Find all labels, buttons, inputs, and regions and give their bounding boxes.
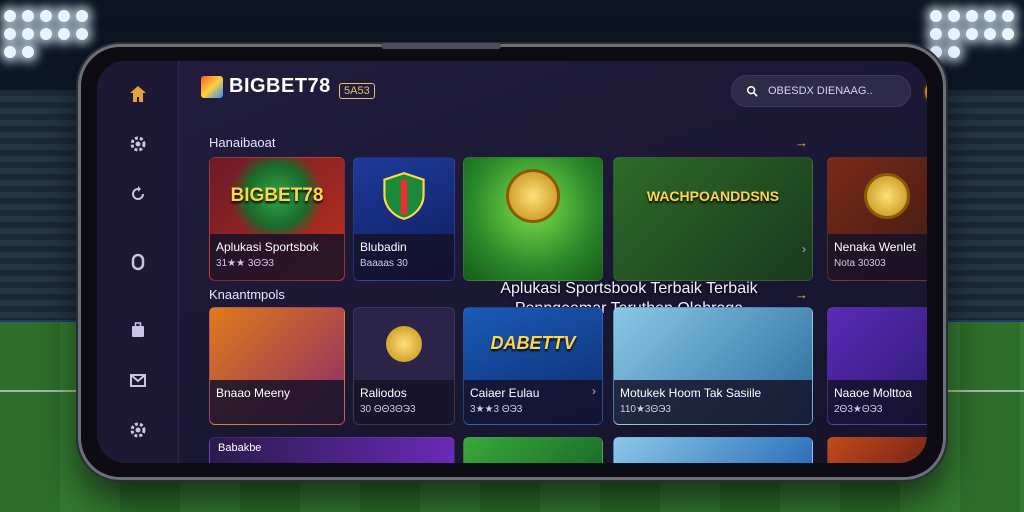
card-info: Raliodos 30 ΘΘ3ΘЭ3 (354, 379, 454, 424)
card-art-text: WACHPOANDDSNS (646, 187, 780, 204)
card-art (828, 308, 927, 380)
card-info: Bnaao Meeny (210, 379, 344, 424)
game-card[interactable]: Naaoe Molttoa 2Θ3★ΘЭ3 (827, 307, 927, 425)
gear-icon (130, 136, 145, 152)
chevron-right-icon[interactable]: › (802, 242, 806, 256)
card-art (354, 158, 454, 234)
phone-frame: BIGBET78 5A53 Hanaibaoat → BIGBET78 Aplu… (78, 43, 946, 480)
gold-coin-icon (386, 325, 422, 362)
game-card[interactable]: WACHPOANDDSNS › (613, 157, 813, 281)
avatar[interactable] (923, 77, 927, 107)
header: BIGBET78 5A53 (179, 61, 927, 123)
floodlights-left (4, 10, 94, 58)
card-title: Nenaka Wenlet (834, 239, 916, 254)
card-art (614, 308, 812, 380)
card-subtitle: 3★★3 ΘЭ3 (470, 403, 523, 415)
card-info: Blubadin Baaaas 30 (354, 233, 454, 280)
app-title: BIGBET78 (229, 75, 331, 97)
sidebar-item-home[interactable] (118, 77, 158, 111)
home-icon (129, 86, 146, 102)
game-card[interactable]: Raliodos 30 ΘΘ3ΘЭ3 (353, 307, 455, 425)
game-card[interactable] (463, 157, 603, 281)
phone-button (381, 43, 501, 49)
game-card[interactable]: Babakbe (209, 437, 455, 463)
refresh-icon (131, 186, 144, 200)
shield-crest-icon (383, 171, 425, 220)
card-art: DABETTV (464, 308, 602, 380)
card-subtitle: Nota 30303 (834, 257, 886, 269)
logo-mark (201, 75, 223, 98)
card-title: Aplukasi Sportsbok (216, 239, 319, 254)
card-title: Raliodos (360, 385, 407, 400)
game-card[interactable] (613, 437, 813, 463)
brand-logo[interactable]: BIGBET78 (201, 75, 331, 98)
card-art (828, 158, 927, 234)
game-card[interactable]: Nenaka Wenlet Nota 30303 (827, 157, 927, 281)
section-title-featured: Hanaibaoat (209, 135, 276, 150)
header-badge: 5A53 (339, 83, 375, 99)
card-title: Motukek Hoom Tak Sasiile (620, 385, 762, 400)
card-title: Naaoe Molttoa (834, 385, 913, 400)
game-card[interactable]: Bnaao Meeny (209, 307, 345, 425)
gold-coin-icon (506, 168, 560, 223)
card-art-text: BIGBET78 (230, 184, 324, 206)
game-card[interactable]: Motukek Hoom Tak Sasiile 110★3ΘЭ3 (613, 307, 813, 425)
mail-icon (129, 374, 146, 387)
sidebar (97, 61, 179, 463)
card-info: Aplukasi Sportsbok 31★★ 3ΘЭ3 (210, 233, 344, 280)
card-info: Motukek Hoom Tak Sasiile 110★3ΘЭ3 (614, 379, 812, 424)
gold-coin-icon (864, 172, 910, 219)
card-info: Nenaka Wenlet Nota 30303 (828, 233, 927, 280)
search-bar[interactable] (731, 75, 911, 107)
card-subtitle: 31★★ 3ΘЭ3 (216, 257, 274, 269)
search-icon (746, 85, 758, 97)
shield-icon (131, 253, 144, 271)
chevron-right-icon[interactable]: › (592, 384, 596, 398)
card-art: BIGBET78 (210, 158, 344, 234)
promo-line-1: Aplukasi Sportsbook Terbaik Terbaik (500, 280, 758, 297)
sidebar-item-settings[interactable] (118, 127, 158, 161)
game-card[interactable]: BIGBET78 Aplukasi Sportsbok 31★★ 3ΘЭ3 (209, 157, 345, 281)
card-info: Caiaer Eulau 3★★3 ΘЭ3 (464, 379, 602, 424)
card-subtitle: Baaaas 30 (360, 257, 408, 269)
sidebar-item-refresh[interactable] (118, 177, 158, 211)
game-card[interactable]: Blubadin Baaaas 30 (353, 157, 455, 281)
floodlights-right (930, 10, 1020, 58)
section-title-popular: Knaantmpols (209, 287, 285, 302)
card-subtitle: 30 ΘΘ3ΘЭ3 (360, 403, 416, 415)
card-art-text: DABETTV (490, 333, 576, 354)
card-info: Naaoe Molttoa 2Θ3★ΘЭ3 (828, 379, 927, 424)
card-art: WACHPOANDDSNS (614, 158, 812, 234)
sidebar-item-shield[interactable] (118, 245, 158, 279)
card-subtitle: 2Θ3★ΘЭ3 (834, 403, 883, 415)
card-art (464, 158, 602, 234)
card-subtitle: 110★3ΘЭ3 (620, 403, 671, 415)
sidebar-item-mail[interactable] (118, 363, 158, 397)
card-title: Caiaer Eulau (470, 385, 540, 400)
card-art (210, 308, 344, 380)
search-input[interactable] (768, 85, 888, 97)
sidebar-item-bag[interactable] (118, 313, 158, 347)
app-screen: BIGBET78 5A53 Hanaibaoat → BIGBET78 Aplu… (97, 61, 927, 463)
card-art (354, 308, 454, 380)
bag-icon (131, 322, 144, 337)
sidebar-item-gear[interactable] (118, 413, 158, 447)
game-card[interactable]: DABETTV Caiaer Eulau 3★★3 ΘЭ3 › (463, 307, 603, 425)
card-title: Bnaao Meeny (216, 385, 291, 400)
card-title: Babakbe (218, 442, 262, 454)
game-card[interactable] (463, 437, 603, 463)
arrow-right-icon[interactable]: → (795, 135, 808, 150)
game-card[interactable] (827, 437, 927, 463)
card-title: Blubadin (360, 239, 407, 254)
arrow-right-icon[interactable]: → (795, 287, 808, 302)
settings-icon (130, 422, 145, 438)
